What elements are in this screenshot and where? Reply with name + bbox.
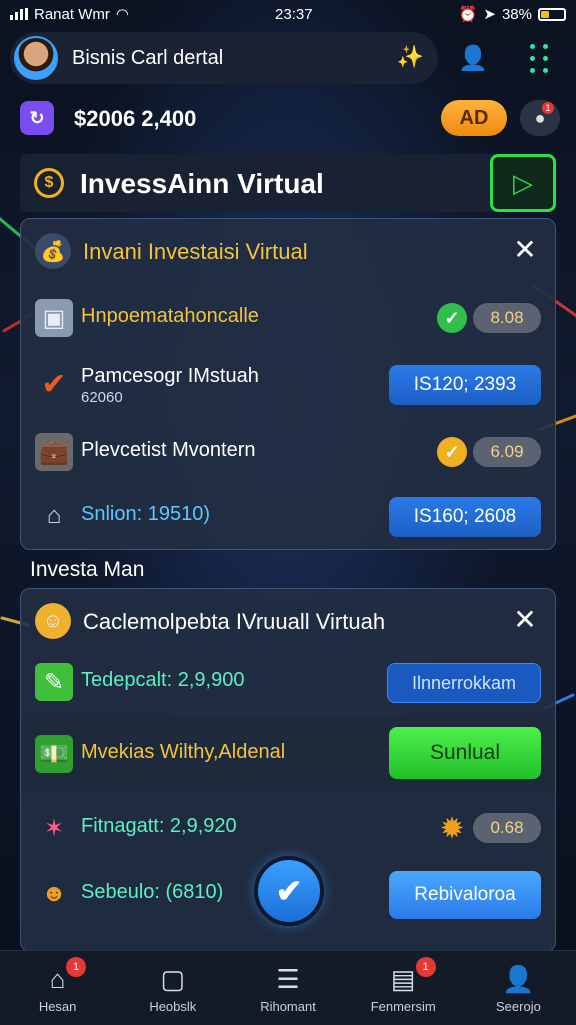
badge-icon: ✶ — [43, 814, 65, 842]
nav-item-document[interactable]: ☰ Rihomant — [230, 951, 345, 1025]
avatar[interactable] — [14, 36, 58, 80]
nav-label: Rihomant — [260, 999, 316, 1014]
notification-button[interactable]: ● 1 — [520, 100, 560, 136]
app-header: Bisnis Carl dertal ✨ — [10, 32, 438, 84]
value-pill: 6.09 — [473, 437, 541, 467]
star-icon: ✹ — [441, 812, 463, 843]
amount-button[interactable]: IS120; 2393 — [389, 365, 541, 405]
investor-icon: 💰 — [35, 233, 71, 269]
profile-icon[interactable]: 👤 — [455, 40, 491, 76]
panel-title: Invani Investaisi Virtual — [83, 239, 308, 264]
face-icon: ☻ — [41, 880, 67, 907]
row-label: Sebeulo: (6810) — [81, 881, 224, 903]
menu-grid-icon[interactable] — [521, 40, 557, 76]
balance-amount: $2006 2,400 — [74, 106, 197, 131]
trophy-icon[interactable]: ✨ — [397, 44, 424, 70]
row-label: Hnpoematahoncalle — [81, 305, 259, 327]
nav-label: Heobslk — [149, 999, 197, 1014]
cash-icon: 💵 — [35, 735, 73, 773]
nav-label: Fenmersim — [370, 999, 436, 1014]
inbox-icon: ▤ — [390, 963, 416, 994]
close-icon[interactable]: ✕ — [509, 603, 541, 635]
edit-square-icon: ▢ — [160, 963, 186, 994]
play-icon: ▷ — [513, 167, 533, 198]
play-button[interactable]: ▷ — [490, 154, 556, 212]
wallet-icon[interactable]: ↻ — [20, 101, 54, 135]
row-label: Snlion: 19510) — [81, 503, 210, 525]
action-button[interactable]: Sunlual — [389, 727, 541, 779]
check-icon: ✔ — [275, 873, 303, 909]
banner-title: InvessAinn Virtual — [80, 168, 324, 199]
list-item[interactable]: ✔ Pamcesogr IMstuah 62060 IS120; 2393 — [21, 351, 555, 417]
user-icon: 👤 — [502, 963, 535, 994]
row-label: Mvekias Wilthy,Aldenal — [81, 741, 286, 763]
row-subtext: 62060 — [81, 389, 123, 406]
list-item[interactable]: ✎ Tedepcalt: 2,9,900 Ilnnerrokkam — [21, 649, 555, 715]
alarm-icon: ⏰ — [458, 6, 478, 23]
nav-item-edit[interactable]: ▢ Heobslk — [115, 951, 230, 1025]
nav-label: Hesan — [38, 999, 77, 1014]
nav-badge: 1 — [66, 957, 86, 977]
document-icon: ☰ — [276, 963, 300, 994]
check-icon: ✓ — [437, 303, 467, 333]
row-label: Tedepcalt: 2,9,900 — [81, 669, 245, 691]
carrier-name: Ranat Wmr — [34, 5, 110, 23]
list-item[interactable]: ⌂ Snlion: 19510) IS160; 2608 — [21, 483, 555, 549]
row-label: Plevcetist Mvontern — [81, 439, 256, 461]
clock: 23:37 — [275, 5, 313, 23]
list-item[interactable]: 💼 Plevcetist Mvontern ✓ 6.09 — [21, 419, 555, 485]
confirm-button[interactable]: ✔ — [254, 856, 324, 926]
nav-item-inbox[interactable]: ▤ 1 Fenmersim — [346, 951, 461, 1025]
list-item[interactable]: ▣ Hnpoematahoncalle ✓ 8.08 — [21, 285, 555, 351]
check-icon: ✓ — [437, 437, 467, 467]
notification-badge: 1 — [542, 102, 554, 114]
row-label: Pamcesogr IMstuah — [81, 365, 259, 387]
location-icon: ➤ — [483, 6, 496, 23]
list-item[interactable]: 💵 Mvekias Wilthy,Aldenal Sunlual — [21, 717, 555, 793]
panel-header: ☺ Caclemolpebta IVruuall Virtuah ✕ — [21, 589, 555, 653]
panel-header: 💰 Invani Investaisi Virtual ✕ — [21, 219, 555, 283]
action-button[interactable]: Rebivaloroa — [389, 871, 541, 919]
value-pill: 8.08 — [473, 303, 541, 333]
ad-button[interactable]: AD — [441, 100, 507, 136]
house-icon: ⌂ — [46, 502, 62, 529]
list-item[interactable]: ✶ Fitnagatt: 2,9,920 ✹ 0.68 — [21, 795, 555, 861]
checkmark-icon: ✔ — [41, 367, 67, 401]
nav-item-profile[interactable]: 👤 Seerojo — [461, 951, 576, 1025]
pencil-icon: ✎ — [35, 663, 73, 701]
battery-percent: 38% — [501, 5, 532, 23]
close-icon[interactable]: ✕ — [509, 233, 541, 265]
coin-icon: $ — [34, 168, 64, 198]
nav-label: Seerojo — [496, 999, 541, 1014]
bottom-nav: ⌂ 1 Hesan ▢ Heobslk ☰ Rihomant ▤ 1 Fenme… — [0, 950, 576, 1025]
nav-item-home[interactable]: ⌂ 1 Hesan — [0, 951, 115, 1025]
amount-button[interactable]: IS160; 2608 — [389, 497, 541, 537]
box-icon: ▣ — [35, 299, 73, 337]
signal-icon — [10, 8, 28, 20]
panel-title: Caclemolpebta IVruuall Virtuah — [83, 609, 386, 634]
character-icon: ☺ — [35, 603, 71, 639]
investment-panel: 💰 Invani Investaisi Virtual ✕ ▣ Hnpoemat… — [20, 218, 556, 550]
section-banner: $ InvessAinn Virtual ▷ — [20, 154, 556, 212]
action-button[interactable]: Ilnnerrokkam — [387, 663, 541, 703]
value-pill: 0.68 — [473, 813, 541, 843]
section-label: Investa Man — [30, 558, 145, 581]
battery-icon — [538, 7, 566, 21]
wifi-icon: ◠ — [115, 6, 129, 23]
nav-badge: 1 — [415, 957, 436, 977]
header-title: Bisnis Carl dertal — [72, 46, 224, 69]
briefcase-icon: 💼 — [35, 433, 73, 471]
status-bar: Ranat Wmr ◠ 23:37 ⏰ ➤ 38% — [0, 0, 576, 28]
row-label: Fitnagatt: 2,9,920 — [81, 815, 237, 837]
